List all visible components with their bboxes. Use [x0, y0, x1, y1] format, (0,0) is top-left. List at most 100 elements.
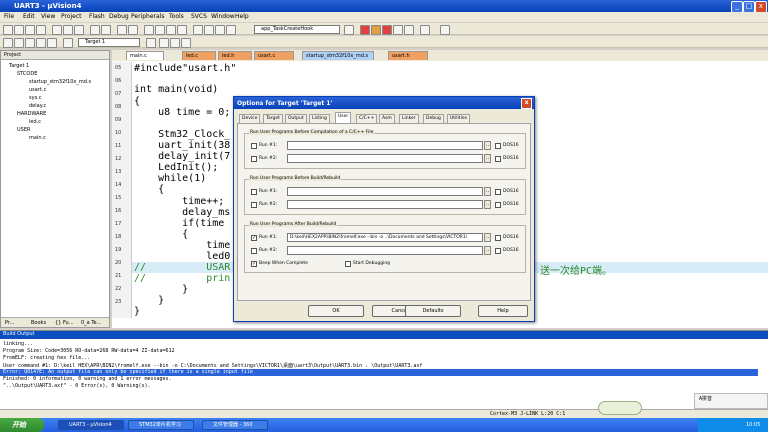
tab-usart-c[interactable]: usart.c: [254, 51, 294, 60]
tab-device[interactable]: Device: [239, 114, 261, 123]
save-all-icon[interactable]: [36, 25, 46, 35]
run1-dos16-checkbox[interactable]: [495, 143, 501, 149]
tree-target[interactable]: Target 1: [9, 63, 29, 69]
task-uvision[interactable]: UART3 - µVision4: [58, 420, 124, 430]
run1-checkbox[interactable]: [251, 189, 257, 195]
run1-checkbox[interactable]: [251, 143, 257, 149]
tab-output[interactable]: Output: [285, 114, 307, 123]
redo-icon[interactable]: [101, 25, 111, 35]
tree-file-led[interactable]: led.c: [29, 119, 41, 125]
tree-file-startup[interactable]: startup_stm32f10x_md.s: [29, 79, 91, 85]
new-file-icon[interactable]: [3, 25, 13, 35]
tree-group-user[interactable]: USER: [17, 127, 30, 133]
comment-icon[interactable]: [215, 25, 225, 35]
ime-bar[interactable]: A拼音: [694, 393, 768, 409]
tab-templates[interactable]: 0_a Te...: [81, 320, 101, 326]
batch-build-icon[interactable]: [36, 38, 46, 48]
unindent-icon[interactable]: [204, 25, 214, 35]
tab-debug[interactable]: Debug: [423, 114, 444, 123]
tab-target[interactable]: Target: [263, 114, 283, 123]
navigate-forward-icon[interactable]: [128, 25, 138, 35]
menu-view[interactable]: View: [41, 13, 55, 20]
paste-icon[interactable]: [74, 25, 84, 35]
dialog-close-button[interactable]: x: [521, 98, 532, 109]
navigate-back-icon[interactable]: [117, 25, 127, 35]
run1-field[interactable]: [287, 141, 483, 150]
menu-window[interactable]: Window: [211, 13, 235, 20]
tab-linker[interactable]: Linker: [399, 114, 419, 123]
target-select[interactable]: Target 1: [78, 38, 140, 47]
menu-peripherals[interactable]: Peripherals: [131, 13, 164, 20]
run2-field[interactable]: [287, 200, 483, 209]
beep-checkbox[interactable]: ✓: [251, 261, 257, 267]
menu-edit[interactable]: Edit: [23, 13, 35, 20]
config-icon[interactable]: [440, 25, 450, 35]
tab-led-c[interactable]: led.c: [182, 51, 216, 60]
run2-browse-button[interactable]: ..: [484, 200, 491, 209]
run2-checkbox[interactable]: [251, 202, 257, 208]
translate-icon[interactable]: [3, 38, 13, 48]
tab-led-h[interactable]: led.h: [218, 51, 252, 60]
tab-startup[interactable]: startup_stm32f10x_md.s: [302, 51, 374, 60]
run2-field[interactable]: [287, 246, 483, 255]
download-icon[interactable]: [63, 38, 73, 48]
run-icon[interactable]: [181, 38, 191, 48]
floating-widget[interactable]: [598, 401, 642, 415]
tab-c-cpp[interactable]: C/C++: [356, 114, 378, 123]
copy-icon[interactable]: [63, 25, 73, 35]
run2-browse-button[interactable]: ..: [484, 154, 491, 163]
uncomment-icon[interactable]: [226, 25, 236, 35]
tab-asm[interactable]: Asm: [379, 114, 395, 123]
run1-browse-button[interactable]: ..: [484, 141, 491, 150]
run1-dos16-checkbox[interactable]: [495, 235, 501, 241]
run1-field[interactable]: [287, 187, 483, 196]
function-select[interactable]: app_TaskCreateHook: [254, 25, 340, 34]
help-button[interactable]: Help: [478, 305, 528, 317]
cut-icon[interactable]: [52, 25, 62, 35]
build-icon[interactable]: [14, 38, 24, 48]
next-bookmark-icon[interactable]: [166, 25, 176, 35]
rebuild-icon[interactable]: [25, 38, 35, 48]
tab-main-c[interactable]: main.c: [126, 51, 164, 60]
bookmark-icon[interactable]: [144, 25, 154, 35]
stop-build-icon[interactable]: [47, 38, 57, 48]
run2-field[interactable]: [287, 154, 483, 163]
run1-checkbox[interactable]: ✓: [251, 235, 257, 241]
menu-tools[interactable]: Tools: [169, 13, 184, 20]
run2-dos16-checkbox[interactable]: [495, 202, 501, 208]
tree-file-usart[interactable]: usart.c: [29, 87, 46, 93]
disable-breakpoint-icon[interactable]: [393, 25, 403, 35]
run1-field[interactable]: D:\keil\HEX2APR\BIN2\fromelf.exe --bin -…: [287, 233, 483, 242]
save-icon[interactable]: [25, 25, 35, 35]
kill-breakpoints-icon[interactable]: [404, 25, 414, 35]
tree-group-hardware[interactable]: HARDWARE: [17, 111, 46, 117]
run2-dos16-checkbox[interactable]: [495, 156, 501, 162]
tab-usart-h[interactable]: usart.h: [388, 51, 428, 60]
menu-file[interactable]: File: [4, 13, 14, 20]
tree-file-delay[interactable]: delay.c: [29, 103, 46, 109]
manage-components-icon[interactable]: [159, 38, 169, 48]
window-layout-icon[interactable]: [420, 25, 430, 35]
menu-debug[interactable]: Debug: [109, 13, 129, 20]
task-stm32[interactable]: STM32单片机学习: [128, 420, 194, 430]
run2-browse-button[interactable]: ..: [484, 246, 491, 255]
undo-icon[interactable]: [90, 25, 100, 35]
start-button[interactable]: 开始: [0, 418, 44, 432]
tab-utilities[interactable]: Utilities: [447, 114, 470, 123]
find-icon[interactable]: [344, 25, 354, 35]
run2-checkbox[interactable]: [251, 248, 257, 254]
tab-user[interactable]: User: [335, 112, 352, 123]
tab-listing[interactable]: Listing: [309, 114, 330, 123]
menu-help[interactable]: Help: [235, 13, 249, 20]
run1-browse-button[interactable]: ..: [484, 233, 491, 242]
defaults-button[interactable]: Defaults: [405, 305, 461, 317]
run1-dos16-checkbox[interactable]: [495, 189, 501, 195]
start-debug-checkbox[interactable]: [345, 261, 351, 267]
menu-project[interactable]: Project: [61, 13, 82, 20]
menu-flash[interactable]: Flash: [89, 13, 105, 20]
clear-bookmarks-icon[interactable]: [177, 25, 187, 35]
ok-button[interactable]: OK: [308, 305, 364, 317]
run2-dos16-checkbox[interactable]: [495, 248, 501, 254]
tree-group-stcode[interactable]: STCODE: [17, 71, 37, 77]
tab-functions[interactable]: {} Fu...: [55, 320, 74, 326]
